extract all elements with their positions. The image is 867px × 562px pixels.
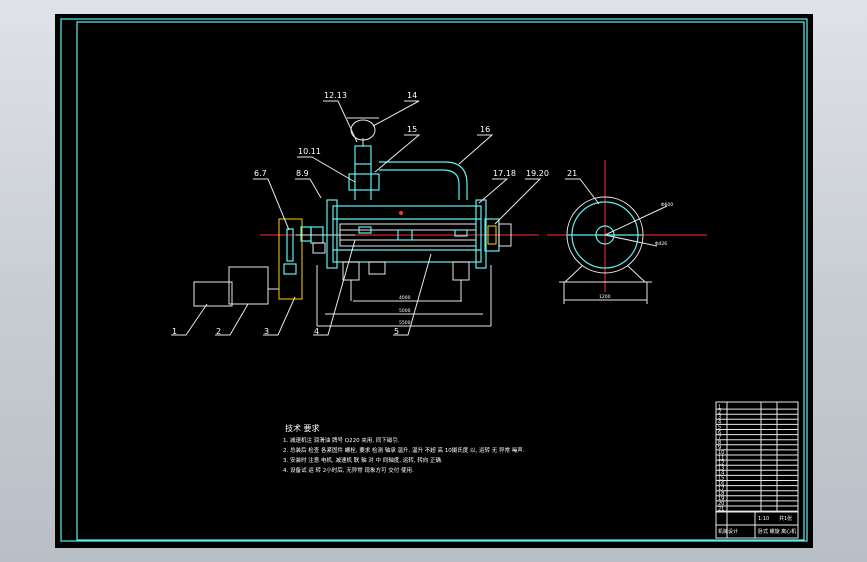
note-line-1: 1. 减速机注 润滑油 牌号 Q220 夹用, 同下磁引. bbox=[283, 436, 400, 444]
tb-company: 机械设计 bbox=[718, 528, 738, 535]
drum-body bbox=[326, 199, 487, 269]
callout-15: 15 bbox=[407, 125, 417, 134]
motor bbox=[193, 266, 269, 307]
callout-8-9: 8.9 bbox=[296, 169, 309, 178]
coupling bbox=[268, 218, 303, 300]
callout-14: 14 bbox=[407, 91, 417, 100]
note-line-2: 2. 总装后 检查 各紧固件 螺栓, 要求 检测 轴承 温升, 温升 不超 高 … bbox=[283, 446, 525, 454]
callout-10-11: 10.11 bbox=[298, 147, 321, 156]
callout-19-20: 19.20 bbox=[526, 169, 549, 178]
dim-5000: 5000 bbox=[399, 308, 411, 314]
callout-16: 16 bbox=[480, 125, 490, 134]
tb-scale: 1:10 bbox=[758, 516, 769, 522]
dim-4000: 4000 bbox=[399, 295, 411, 301]
tb-sheet: 共1张 bbox=[779, 515, 792, 522]
note-line-4: 4. 设备试 运 转 2小时后, 无异常 现象方可 交付 使用. bbox=[283, 466, 414, 474]
callout-5: 5 bbox=[394, 327, 399, 336]
side-view bbox=[559, 196, 668, 304]
callout-21: 21 bbox=[567, 169, 577, 178]
callout-4: 4 bbox=[314, 327, 319, 336]
drawing-canvas: 4000 5000 5500 Φ600 Φ426 1200 1 2 3 4 5 … bbox=[60, 18, 808, 542]
dim-5500: 5500 bbox=[399, 320, 411, 326]
leader-lines bbox=[171, 100, 600, 336]
notes-title: 技术 要求 bbox=[285, 423, 320, 433]
cad-viewport[interactable]: 4000 5000 5500 Φ600 Φ426 1200 1 2 3 4 5 … bbox=[55, 14, 813, 548]
callout-12-13: 12.13 bbox=[324, 91, 347, 100]
callout-3: 3 bbox=[264, 327, 269, 336]
callout-1: 1 bbox=[172, 327, 177, 336]
tb-drawing-name: 卧式 螺旋 离心机 bbox=[758, 528, 796, 535]
dim-1200: 1200 bbox=[599, 294, 611, 300]
callout-2: 2 bbox=[216, 327, 221, 336]
dim-phi600: Φ600 bbox=[661, 202, 673, 208]
title-block-rows: 123456789101112131415161718192021 bbox=[716, 404, 798, 512]
left-bearing bbox=[300, 226, 326, 254]
note-line-3: 3. 安装时 注意 电机, 减速机 联 轴 对 中 同轴度, 运转, 转向 正确… bbox=[283, 456, 443, 464]
dim-phi426: Φ426 bbox=[655, 241, 667, 247]
callout-17-18: 17.18 bbox=[493, 169, 516, 178]
tb-row-number: 21 bbox=[718, 506, 724, 512]
callout-6-7: 6.7 bbox=[254, 169, 267, 178]
